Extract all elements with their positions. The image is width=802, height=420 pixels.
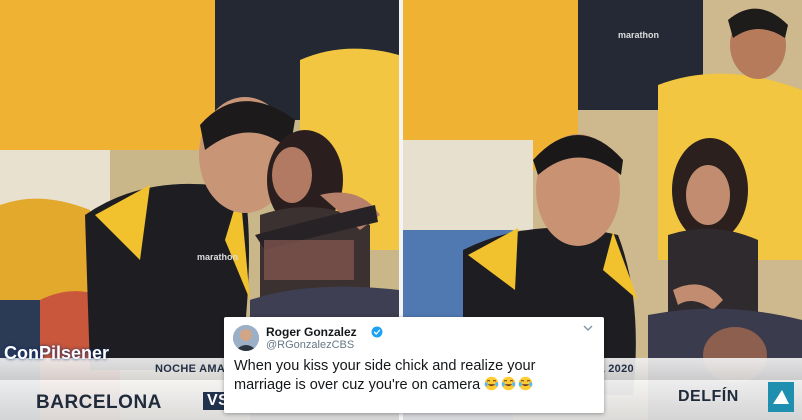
meme-image: NOCHE AMAR BARCELONA VS ConPilsener mara… — [0, 0, 802, 420]
team-name-left: BARCELONA — [36, 392, 162, 413]
chevron-down-icon[interactable] — [582, 323, 594, 333]
tears-of-joy-emojis — [484, 376, 535, 393]
shirt-brand: marathon — [618, 30, 660, 40]
broadcast-logo-icon — [768, 382, 794, 412]
tears-of-joy-icon — [518, 376, 533, 391]
tweet-body: When you kiss your side chick and realiz… — [234, 357, 596, 395]
team-name-right: DELFÍN — [678, 388, 739, 405]
tweet-handle: @RGonzalezCBS — [266, 339, 355, 351]
jersey-brand: marathon — [197, 252, 239, 262]
tears-of-joy-icon — [501, 376, 516, 391]
tears-of-joy-icon — [484, 376, 499, 391]
tweet-card: Roger Gonzalez @RGonzalezCBS When you ki… — [224, 317, 604, 413]
avatar — [233, 325, 259, 351]
sponsor-text: ConPilsener — [4, 343, 110, 363]
banner-strip-text: NOCHE AMAR — [155, 363, 234, 375]
verified-badge-icon — [371, 326, 383, 338]
tweet-author-name: Roger Gonzalez — [266, 325, 357, 339]
